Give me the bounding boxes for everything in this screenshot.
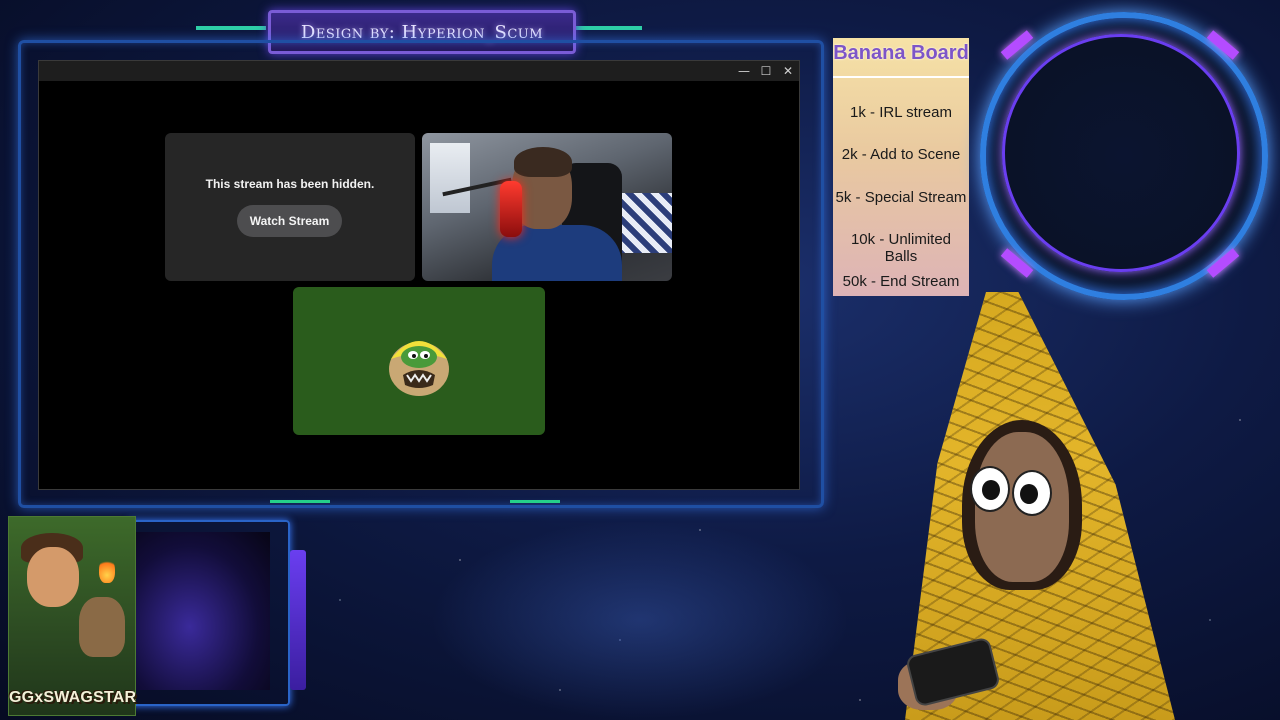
webcam-bed <box>617 193 672 253</box>
microphone <box>500 181 522 237</box>
goal-item: 50k - End Stream <box>842 273 960 290</box>
webcam-stream-tile[interactable] <box>422 133 672 281</box>
panel-side-tab <box>290 550 306 690</box>
window-titlebar[interactable]: — ☐ ✕ <box>39 61 799 81</box>
frame-accent <box>510 500 560 503</box>
nebula-glow <box>430 520 850 720</box>
goal-item: 1k - IRL stream <box>850 104 952 121</box>
stream-viewer-window: — ☐ ✕ This stream has been hidden. Watch… <box>38 60 800 490</box>
minimize-icon[interactable]: — <box>733 62 755 80</box>
portal-ring-inner <box>1002 34 1240 272</box>
divider <box>833 76 969 78</box>
goal-item: 10k - Unlimited Balls <box>850 231 952 265</box>
pepe-emote-icon <box>389 341 449 396</box>
googly-eye-right <box>1012 470 1052 516</box>
maximize-icon[interactable]: ☐ <box>755 62 777 80</box>
flame-icon <box>99 557 115 583</box>
audio-only-tile[interactable] <box>293 287 545 435</box>
banana-board-title: Banana Board <box>833 42 969 64</box>
frame-accent <box>270 500 330 503</box>
watch-stream-button[interactable]: Watch Stream <box>237 205 342 237</box>
goal-item: 5k - Special Stream <box>835 189 967 206</box>
title-wing-left <box>196 26 266 30</box>
webcam-window-light <box>430 143 470 213</box>
logo-face <box>27 547 79 607</box>
hidden-stream-tile: This stream has been hidden. Watch Strea… <box>165 133 415 281</box>
webcam-person-hair <box>514 147 572 177</box>
pupil <box>982 480 1000 500</box>
logo-cat <box>79 597 125 657</box>
goal-item: 2k - Add to Scene <box>841 146 961 163</box>
googly-eye-left <box>970 466 1010 512</box>
close-icon[interactable]: ✕ <box>777 62 799 80</box>
channel-logo: GGxSWAGSTAR <box>8 516 136 716</box>
chat-panel-area <box>136 532 270 690</box>
hidden-stream-message: This stream has been hidden. <box>205 177 375 191</box>
pupil <box>1020 484 1038 504</box>
logo-text: GGxSWAGSTAR <box>9 689 137 706</box>
title-wing-right <box>572 26 642 30</box>
banana-board-panel: Banana Board 1k - IRL stream 2k - Add to… <box>833 38 969 296</box>
